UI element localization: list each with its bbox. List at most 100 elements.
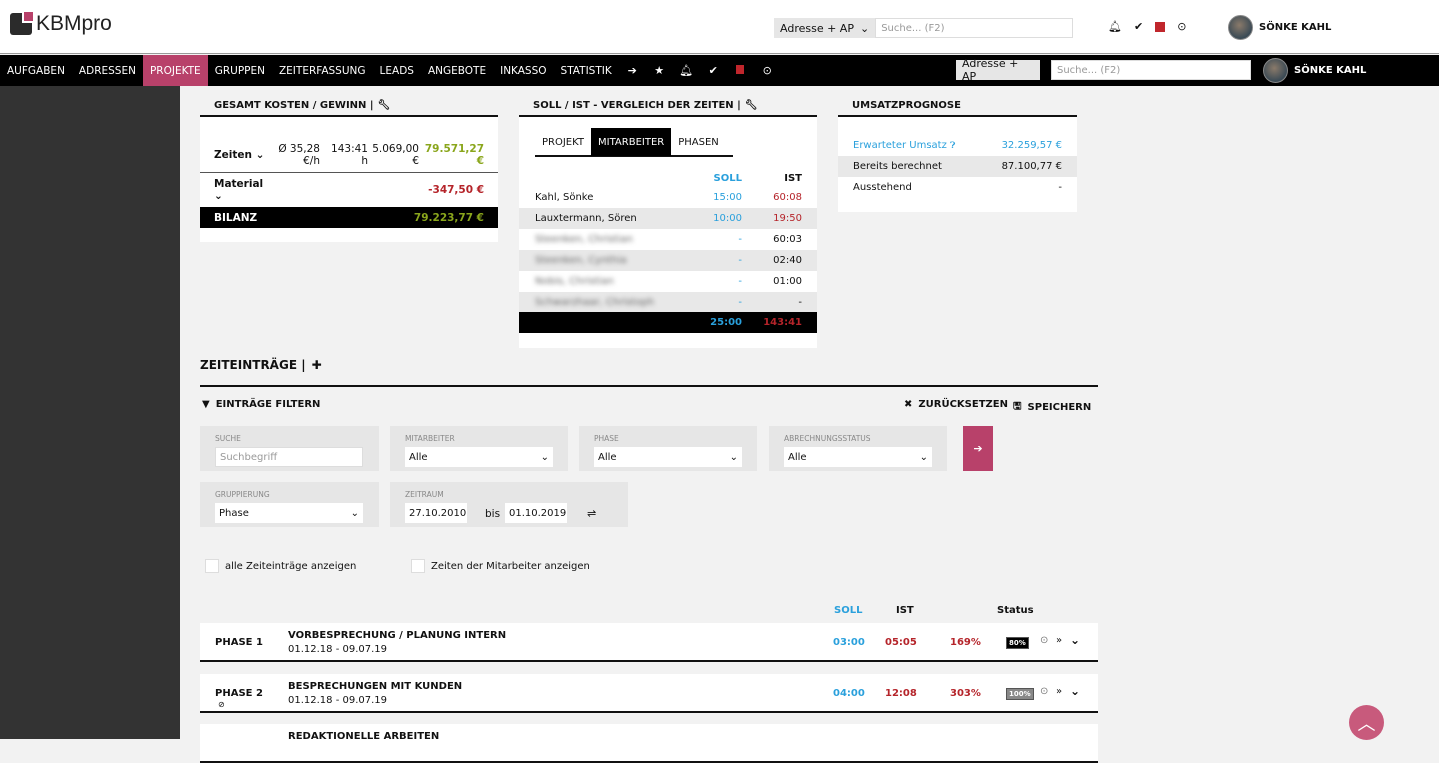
bilanz-total: 79.223,77 € — [413, 211, 484, 224]
sliders-icon[interactable]: ⇌ — [587, 507, 596, 520]
chevron-down-icon[interactable]: ⌄ — [1070, 684, 1080, 698]
check-icon[interactable]: ✔ — [1134, 20, 1143, 33]
search-term-input[interactable]: Suchbegriff — [215, 447, 363, 467]
nav-user-menu[interactable]: SÖNKE KAHL — [1263, 58, 1366, 83]
nav-search-input[interactable]: Suche... (F2) — [1051, 60, 1251, 80]
soll-ist-header: SOLL IST — [713, 172, 802, 184]
nav-projekte[interactable]: PROJEKTE — [142, 55, 208, 86]
save-button[interactable]: 🖫 SPEICHERN — [1013, 399, 1091, 416]
search-scope-select[interactable]: Adresse + AP ⌄ — [774, 18, 876, 38]
user-menu[interactable]: SÖNKE KAHL — [1228, 15, 1331, 40]
date-to-input[interactable]: 01.10.2019 — [505, 503, 567, 523]
phase-dates: 01.12.18 - 09.07.19 — [288, 695, 388, 706]
employee-name: Kahl, Sönke — [535, 192, 594, 203]
wrench-icon[interactable]: 🔧︎ — [378, 100, 391, 111]
double-chevron-right-icon[interactable]: » — [1056, 686, 1062, 697]
phase-percent: 303% — [950, 688, 981, 699]
nav-inkasso[interactable]: INKASSO — [493, 55, 553, 86]
wrench-icon[interactable]: 🔧︎ — [745, 100, 758, 111]
logo[interactable]: KBMpro — [10, 10, 112, 36]
col-soll: SOLL — [834, 605, 863, 616]
material-total: -347,50 € — [428, 184, 484, 196]
phase-row[interactable]: PHASE 2 ⊘ BESPRECHUNGEN MIT KUNDEN 01.12… — [200, 674, 1098, 713]
plus-icon[interactable]: ✚ — [312, 358, 322, 372]
soll-value: - — [738, 255, 742, 266]
user-name: SÖNKE KAHL — [1259, 22, 1332, 33]
stop-icon[interactable] — [727, 64, 754, 77]
forecast-title: UMSATZPROGNOSE — [852, 100, 961, 111]
material-toggle[interactable]: Material ⌄ — [214, 178, 274, 202]
date-from-input[interactable]: 27.10.2010 — [405, 503, 467, 523]
nav-aufgaben[interactable]: AUFGABEN — [0, 55, 72, 86]
checkbox[interactable] — [205, 559, 219, 573]
soll-ist-total: 25:00 143:41 — [519, 312, 817, 333]
col-status: Status — [997, 605, 1034, 616]
zeiten-toggle[interactable]: Zeiten ⌄ — [214, 149, 270, 161]
soll-ist-title: SOLL / IST - VERGLEICH DER ZEITEN | — [533, 100, 741, 111]
nav-search: Adresse + AP Suche... (F2) — [956, 57, 1251, 83]
apply-filter-button[interactable]: ➔ — [963, 426, 993, 471]
forecast-row: Ausstehend - — [853, 182, 1062, 193]
checkbox-employee-times[interactable]: Zeiten der Mitarbeiter anzeigen — [411, 559, 590, 573]
employee-name: Steenken, Christian — [535, 234, 633, 245]
reset-button[interactable]: ✖ ZURÜCKSETZEN — [904, 399, 1008, 410]
soll-value: 10:00 — [713, 213, 742, 224]
grouping-select[interactable]: Phase ⌄ — [215, 503, 363, 523]
avatar — [1228, 15, 1253, 40]
tab-projekt[interactable]: PROJEKT — [535, 129, 591, 155]
phase-select[interactable]: Alle ⌄ — [594, 447, 742, 467]
avg-rate: Ø 35,28 €/h — [278, 142, 320, 167]
ist-value: 60:08 — [773, 192, 802, 203]
filter-toggle[interactable]: ▼ EINTRÄGE FILTERN — [202, 399, 320, 410]
chevron-down-icon: ⌄ — [859, 21, 870, 35]
ist-value: 19:50 — [773, 213, 802, 224]
star-icon[interactable]: ★ — [646, 64, 673, 77]
tab-mitarbeiter[interactable]: MITARBEITER — [591, 128, 672, 156]
phase-row[interactable]: PHASE 1 VORBESPRECHUNG / PLANUNG INTERN … — [200, 623, 1098, 662]
help-icon[interactable]: ❓︎ — [950, 141, 955, 151]
search-input[interactable]: Suche... (F2) — [875, 18, 1074, 38]
costs-panel: GESAMT KOSTEN / GEWINN | 🔧︎ Zeiten ⌄ Ø 35… — [200, 96, 498, 242]
billing-select[interactable]: Alle ⌄ — [784, 447, 932, 467]
search-scope-label: Adresse + AP — [780, 21, 854, 35]
nav-statistik[interactable]: STATISTIK — [554, 55, 619, 86]
bilanz-row: BILANZ 79.223,77 € — [200, 207, 498, 228]
panel-title: SOLL / IST - VERGLEICH DER ZEITEN | 🔧︎ — [519, 96, 817, 117]
phase-row[interactable]: REDAKTIONELLE ARBEITEN — [200, 724, 1098, 763]
filter-search: SUCHE Suchbegriff — [200, 426, 379, 471]
checkbox[interactable] — [411, 559, 425, 573]
nav-search-scope-select[interactable]: Adresse + AP — [956, 57, 1040, 83]
nav-angebote[interactable]: ANGEBOTE — [421, 55, 493, 86]
ist-value: 01:00 — [773, 276, 802, 287]
bell-icon[interactable]: 🔔︎ — [1108, 20, 1122, 33]
chevron-down-icon: ⌄ — [919, 451, 928, 463]
chevron-down-icon[interactable]: ⌄ — [1070, 633, 1080, 647]
clock-icon[interactable]: ⊙ — [754, 64, 781, 77]
scroll-top-button[interactable]: ︿ — [1349, 705, 1384, 740]
header-search: Adresse + AP ⌄ Suche... (F2) — [774, 18, 1074, 38]
eye-slash-icon[interactable]: ⊘ — [218, 700, 225, 709]
clock-icon[interactable]: ⊙ — [1177, 20, 1186, 33]
bell-icon[interactable]: 🔔︎ — [673, 64, 700, 77]
nav-leads[interactable]: LEADS — [373, 55, 421, 86]
clock-icon[interactable]: ⊙ — [1040, 686, 1048, 697]
nav-zeiterfassung[interactable]: ZEITERFASSUNG — [272, 55, 373, 86]
checkbox-all-entries[interactable]: alle Zeiteinträge anzeigen — [205, 559, 356, 573]
arrow-right-icon[interactable]: ➔ — [619, 64, 646, 77]
employee-name: Nobis, Christian — [535, 276, 614, 287]
tab-phasen[interactable]: PHASEN — [671, 129, 733, 155]
phase-ist: 05:05 — [885, 637, 917, 648]
stop-icon[interactable] — [1155, 21, 1166, 32]
bilanz-label: BILANZ — [214, 211, 258, 224]
double-chevron-right-icon[interactable]: » — [1056, 635, 1062, 646]
entries-title: ZEITEINTRÄGE | — [200, 358, 306, 372]
clock-icon[interactable]: ⊙ — [1040, 635, 1048, 646]
header-icons: 🔔︎ ✔ ⊙ — [1108, 20, 1186, 33]
check-icon[interactable]: ✔ — [700, 64, 727, 77]
nav-adressen[interactable]: ADRESSEN — [72, 55, 143, 86]
soll-value: - — [738, 297, 742, 308]
nav-gruppen[interactable]: GRUPPEN — [208, 55, 272, 86]
forecast-row: Bereits berechnet 87.100,77 € — [838, 156, 1077, 177]
soll-ist-row: Nobis, Christian - 01:00 — [519, 271, 817, 292]
employee-select[interactable]: Alle ⌄ — [405, 447, 553, 467]
